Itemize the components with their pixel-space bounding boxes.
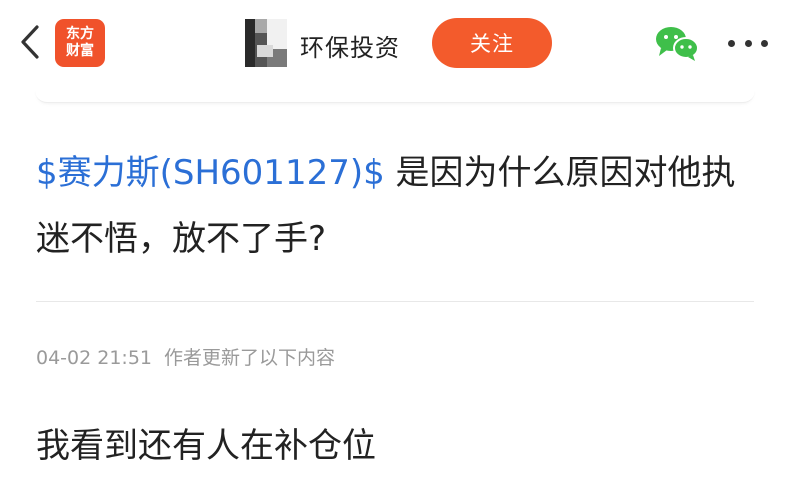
app-logo[interactable]: 东方 财富 (55, 19, 105, 67)
update-meta: 04-02 21:51 作者更新了以下内容 (36, 343, 335, 370)
wechat-icon (656, 27, 699, 61)
update-label: 作者更新了以下内容 (164, 347, 336, 369)
update-timestamp: 04-02 21:51 (36, 347, 153, 369)
follow-button[interactable]: 关注 (432, 18, 552, 68)
avatar[interactable] (245, 19, 287, 67)
chevron-left-icon (21, 25, 39, 59)
top-nav-bar: 东方 财富 环保投资 关注 (0, 0, 790, 88)
logo-text-line1: 东方 (66, 26, 94, 42)
more-options-button[interactable] (728, 30, 768, 56)
more-dot (728, 39, 735, 47)
more-dot (761, 39, 768, 47)
header-card-edge (35, 84, 755, 103)
logo-text-line2: 财富 (66, 43, 94, 59)
user-name[interactable]: 环保投资 (300, 28, 400, 63)
divider (36, 301, 754, 302)
wechat-share-button[interactable] (654, 24, 700, 62)
more-dot (744, 39, 752, 47)
back-button[interactable] (12, 20, 48, 64)
update-content: 我看到还有人在补仓位 (36, 426, 376, 466)
stock-tag-link[interactable]: $赛力斯(SH601127)$ (36, 153, 385, 193)
post-content: $赛力斯(SH601127)$ 是因为什么原因对他执迷不悟，放不了手? (36, 140, 766, 272)
